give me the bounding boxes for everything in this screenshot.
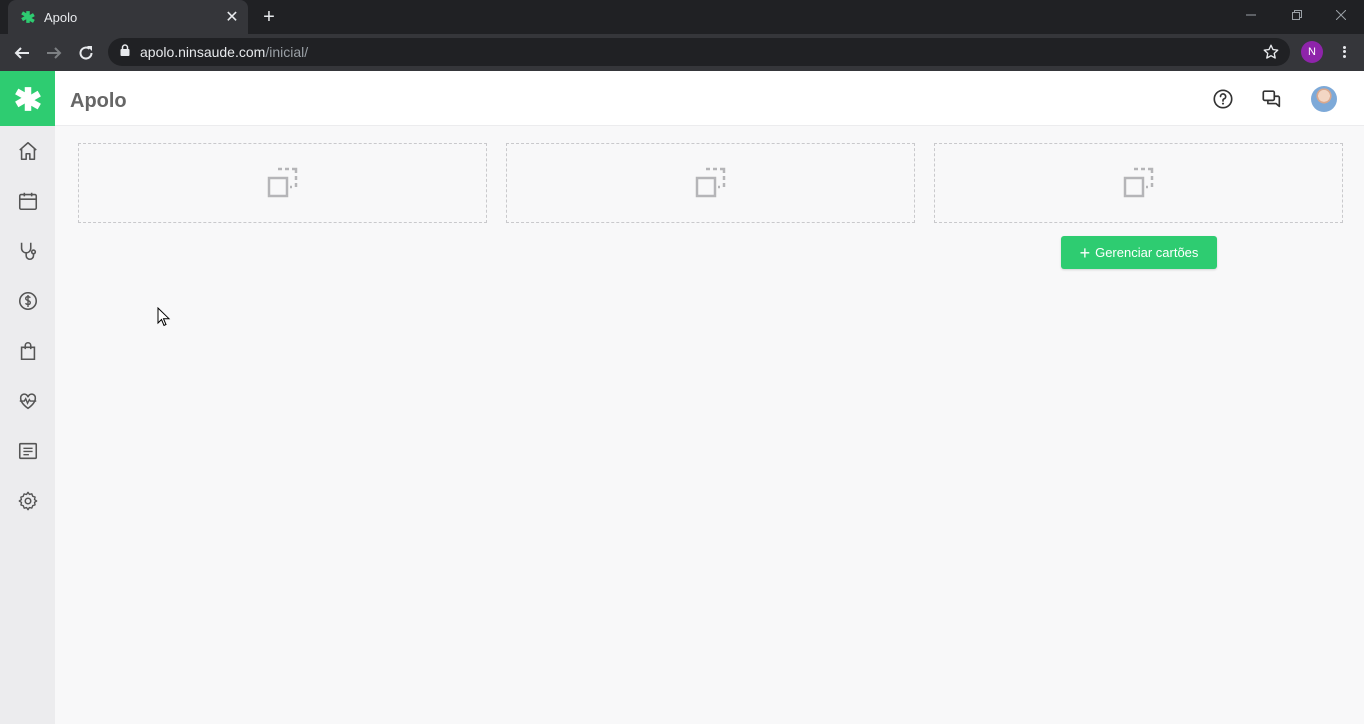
sidebar-item-home[interactable] [0, 126, 55, 176]
dashboard-card-slot[interactable] [934, 143, 1343, 223]
list-icon [18, 442, 37, 460]
url-path: /inicial/ [265, 44, 309, 60]
calendar-icon [18, 192, 37, 211]
help-icon[interactable] [1211, 87, 1235, 111]
avatar[interactable] [1311, 86, 1337, 112]
card-placeholder-icon [1123, 167, 1153, 198]
home-icon [18, 141, 37, 161]
card-placeholder-icon [267, 167, 297, 198]
gear-icon [18, 491, 37, 511]
address-bar[interactable]: apolo.ninsaude.com/inicial/ [108, 38, 1290, 66]
profile-avatar[interactable]: N [1301, 41, 1323, 63]
url-host: apolo.ninsaude.com [140, 44, 266, 60]
chat-icon[interactable] [1260, 87, 1284, 111]
new-tab-icon[interactable]: + [258, 6, 280, 28]
restore-icon[interactable] [1274, 4, 1320, 26]
tab-close-icon[interactable]: ✕ [222, 7, 242, 27]
favicon-icon [20, 9, 36, 25]
window-close-icon[interactable] [1318, 4, 1364, 26]
plus-icon: + [1079, 242, 1091, 263]
manage-cards-button[interactable]: + Gerenciar cartões [1061, 236, 1217, 269]
browser-tab[interactable]: Apolo ✕ [8, 0, 248, 34]
card-placeholder-icon [695, 167, 725, 198]
url-text: apolo.ninsaude.com/inicial/ [140, 44, 308, 60]
sidebar-item-stethoscope[interactable] [0, 226, 55, 276]
dashboard-card-slot[interactable] [78, 143, 487, 223]
browser-menu-icon[interactable] [1336, 42, 1352, 62]
manage-cards-label: Gerenciar cartões [1095, 245, 1199, 260]
sidebar-item-shopping[interactable] [0, 326, 55, 376]
forward-icon[interactable] [41, 40, 67, 66]
sidebar-item-settings[interactable] [0, 476, 55, 526]
heart-pulse-icon [19, 393, 36, 410]
bag-icon [20, 342, 35, 361]
stethoscope-icon [20, 242, 36, 261]
sidebar-item-financial[interactable] [0, 276, 55, 326]
browser-tabstrip: Apolo ✕ + [0, 0, 1364, 34]
sidebar-item-calendar[interactable] [0, 176, 55, 226]
app-logo[interactable] [0, 71, 55, 126]
dollar-icon [18, 291, 37, 311]
lock-icon [120, 43, 130, 61]
reload-icon[interactable] [73, 40, 99, 66]
star-icon[interactable] [1262, 43, 1280, 61]
app-header: Apolo [55, 71, 1364, 126]
minimize-icon[interactable] [1228, 4, 1274, 26]
sidebar-item-health[interactable] [0, 376, 55, 426]
browser-toolbar: apolo.ninsaude.com/inicial/ [0, 34, 1364, 71]
sidebar-item-reports[interactable] [0, 426, 55, 476]
mouse-cursor-icon [157, 306, 171, 332]
page-title: Apolo [70, 90, 127, 112]
sidebar [0, 126, 55, 724]
dashboard-card-slot[interactable] [506, 143, 915, 223]
back-icon[interactable] [9, 40, 35, 66]
tab-title: Apolo [44, 9, 78, 25]
